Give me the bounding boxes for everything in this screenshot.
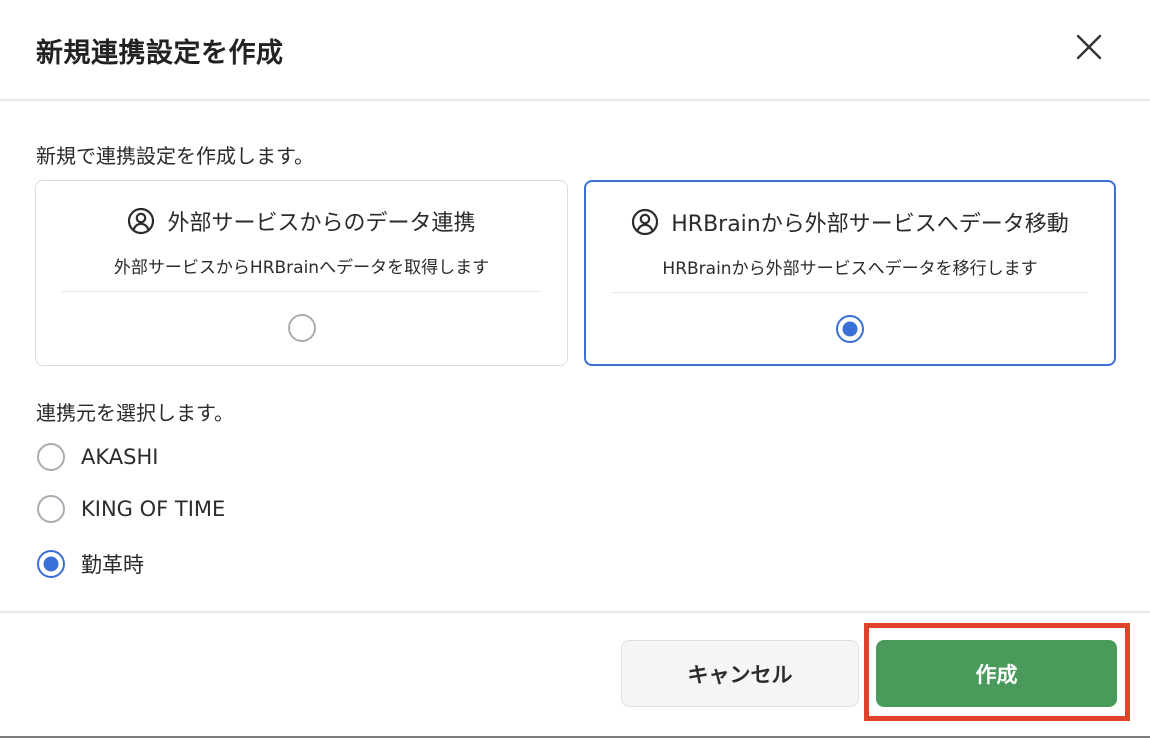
radio-selected[interactable] <box>37 550 65 578</box>
source-option-kinkakuji[interactable]: 勤革時 <box>37 549 144 579</box>
source-option-label: KING OF TIME <box>81 497 226 521</box>
card-title: 外部サービスからのデータ連携 <box>36 205 567 237</box>
direction-radio-import[interactable] <box>287 314 316 342</box>
dialog-header: 新規連携設定を作成 <box>0 0 1150 101</box>
direction-radio-export[interactable] <box>836 315 864 343</box>
footer-divider <box>0 611 1150 613</box>
close-icon[interactable] <box>1072 30 1106 64</box>
direction-card-export[interactable]: HRBrainから外部サービスへデータ移動 HRBrainから外部サービスへデー… <box>584 180 1116 366</box>
source-option-label: AKASHI <box>81 445 159 469</box>
card-divider <box>612 292 1088 293</box>
card-title-label: HRBrainから外部サービスへデータ移動 <box>671 212 1069 237</box>
radio-selected[interactable] <box>836 315 864 343</box>
user-circle-icon <box>127 207 155 235</box>
source-option-akashi[interactable]: AKASHI <box>37 443 158 471</box>
source-option-king-of-time[interactable]: KING OF TIME <box>37 495 225 523</box>
radio-unselected[interactable] <box>37 495 65 523</box>
intro-text: 新規で連携設定を作成します。 <box>36 144 314 168</box>
create-integration-dialog: 新規連携設定を作成 新規で連携設定を作成します。 外部サービスからのデータ連携 … <box>0 0 1150 738</box>
card-description: 外部サービスからHRBrainへデータを取得します <box>113 258 490 278</box>
source-option-label: 勤革時 <box>81 553 144 577</box>
source-section-label: 連携元を選択します。 <box>36 401 234 425</box>
user-circle-icon <box>631 208 659 236</box>
card-title-label: 外部サービスからのデータ連携 <box>167 211 476 236</box>
dialog-title: 新規連携設定を作成 <box>36 38 284 69</box>
radio-unselected[interactable] <box>287 314 316 342</box>
card-divider <box>62 291 541 292</box>
cancel-button[interactable]: キャンセル <box>621 640 859 707</box>
radio-unselected[interactable] <box>37 443 65 471</box>
direction-card-import[interactable]: 外部サービスからのデータ連携 外部サービスからHRBrainへデータを取得します <box>35 180 568 366</box>
create-button[interactable]: 作成 <box>876 640 1117 707</box>
card-description: HRBrainから外部サービスへデータを移行します <box>662 259 1038 279</box>
card-title: HRBrainから外部サービスへデータ移動 <box>586 206 1114 238</box>
